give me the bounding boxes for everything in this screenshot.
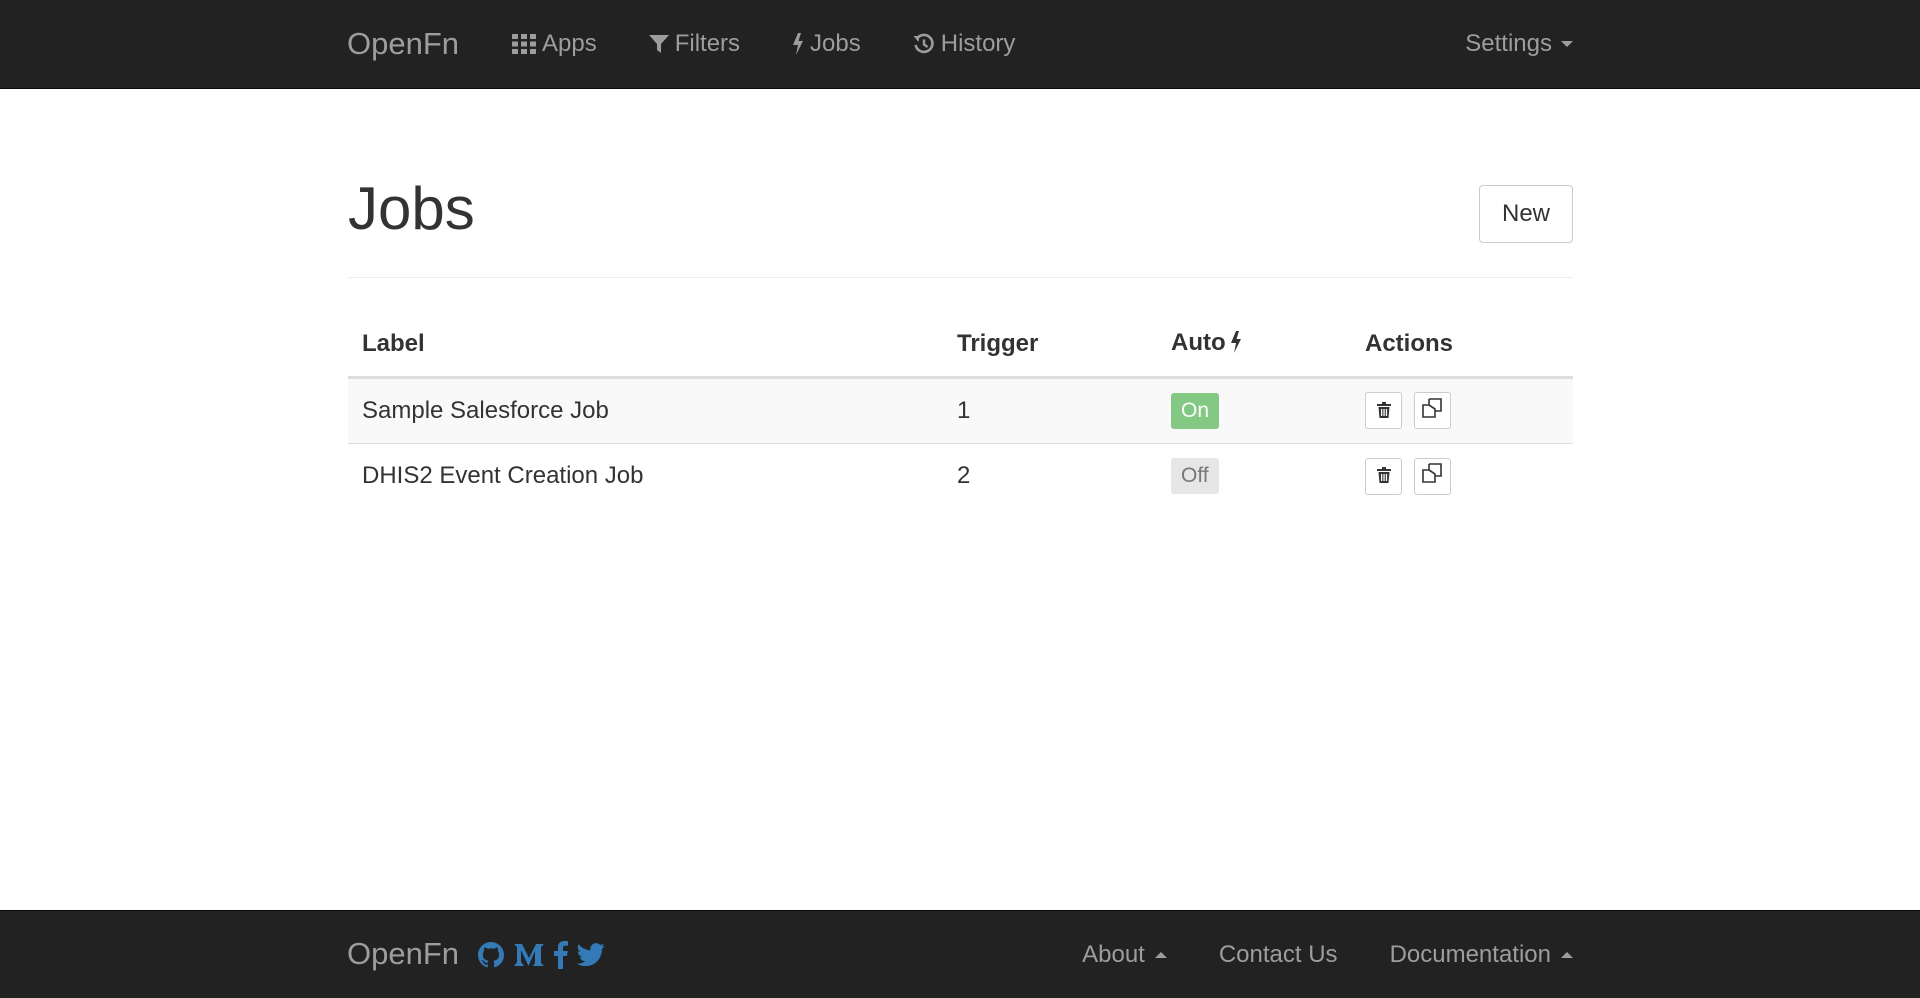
trigger-value: 1	[957, 396, 971, 424]
auto-cell: Off	[1157, 443, 1351, 509]
social-links	[477, 911, 613, 998]
job-label-cell[interactable]: Sample Salesforce Job	[348, 377, 943, 444]
trigger-value: 2	[957, 462, 971, 490]
table-header-row: Label Trigger Auto Actions	[348, 313, 1573, 379]
page-title: Jobs	[348, 175, 475, 242]
nav-item-history[interactable]: History	[887, 0, 1042, 88]
settings-dropdown[interactable]: Settings	[1465, 0, 1573, 88]
column-header-trigger[interactable]: Trigger	[943, 313, 1157, 379]
nav-item-filters[interactable]: Filters	[623, 0, 766, 88]
column-header-text: Trigger	[957, 330, 1039, 358]
table-row: DHIS2 Event Creation Job 2 Off	[348, 443, 1573, 509]
auto-toggle[interactable]: Off	[1171, 458, 1219, 495]
documentation-dropdown[interactable]: Documentation	[1338, 911, 1573, 998]
footer-links: About Contact Us Documentation	[1030, 911, 1573, 998]
copy-icon	[1422, 462, 1442, 490]
job-label-cell[interactable]: DHIS2 Event Creation Job	[348, 443, 943, 509]
nav-item-jobs[interactable]: Jobs	[766, 0, 887, 88]
contact-us-link[interactable]: Contact Us	[1167, 911, 1338, 998]
auto-cell: On	[1157, 377, 1351, 444]
nav-item-label: History	[940, 30, 1016, 57]
footer-brand-link[interactable]: OpenFn	[347, 911, 459, 998]
trigger-cell: 1	[943, 377, 1157, 444]
trash-icon	[1376, 462, 1391, 490]
auto-toggle[interactable]: On	[1171, 392, 1220, 429]
page-header: Jobs New	[348, 150, 1573, 278]
new-job-button[interactable]: New	[1479, 185, 1573, 243]
about-label: About	[1082, 941, 1145, 968]
column-header-text: Auto	[1171, 328, 1226, 356]
caret-up-icon	[1154, 952, 1167, 958]
table-row: Sample Salesforce Job 1 On	[348, 377, 1573, 444]
copy-button[interactable]	[1413, 392, 1451, 429]
nav-item-label: Filters	[674, 30, 741, 57]
history-icon	[913, 33, 935, 55]
delete-button[interactable]	[1365, 457, 1402, 495]
facebook-icon[interactable]	[553, 941, 569, 969]
column-header-auto[interactable]: Auto	[1157, 313, 1351, 379]
column-header-text: Actions	[1365, 330, 1454, 358]
bolt-icon	[792, 33, 804, 55]
main-nav: Apps Filters Jobs History	[512, 0, 1041, 88]
job-label: DHIS2 Event Creation Job	[362, 462, 644, 490]
nav-item-apps[interactable]: Apps	[512, 0, 623, 88]
top-navbar: OpenFn Apps Filters Jobs History Setting…	[0, 0, 1920, 89]
settings-label: Settings	[1465, 30, 1552, 57]
filter-icon	[648, 34, 669, 54]
documentation-label: Documentation	[1389, 941, 1551, 968]
trash-icon	[1376, 397, 1391, 425]
nav-item-label: Jobs	[810, 30, 861, 57]
about-dropdown[interactable]: About	[1030, 911, 1167, 998]
jobs-table: Label Trigger Auto Actions Sample Salesf…	[348, 313, 1573, 509]
bolt-icon	[1230, 330, 1242, 360]
job-label: Sample Salesforce Job	[362, 396, 609, 424]
actions-cell	[1351, 377, 1573, 444]
column-header-label[interactable]: Label	[348, 313, 943, 379]
caret-up-icon	[1561, 952, 1573, 958]
column-header-actions: Actions	[1351, 313, 1573, 379]
copy-icon	[1422, 397, 1442, 425]
actions-cell	[1351, 443, 1573, 509]
brand-link[interactable]: OpenFn	[347, 0, 459, 88]
grid-icon	[512, 34, 536, 54]
github-icon[interactable]	[477, 941, 505, 969]
copy-button[interactable]	[1413, 457, 1451, 495]
caret-down-icon	[1561, 41, 1573, 47]
column-header-text: Label	[362, 330, 425, 358]
medium-icon[interactable]	[513, 941, 545, 969]
trigger-cell: 2	[943, 443, 1157, 509]
footer: OpenFn About Contact Us Documentation	[0, 910, 1920, 998]
nav-item-label: Apps	[542, 30, 597, 57]
delete-button[interactable]	[1365, 392, 1402, 429]
nav-right: Settings	[1465, 0, 1573, 88]
twitter-icon[interactable]	[577, 943, 605, 967]
contact-label: Contact Us	[1218, 941, 1338, 968]
